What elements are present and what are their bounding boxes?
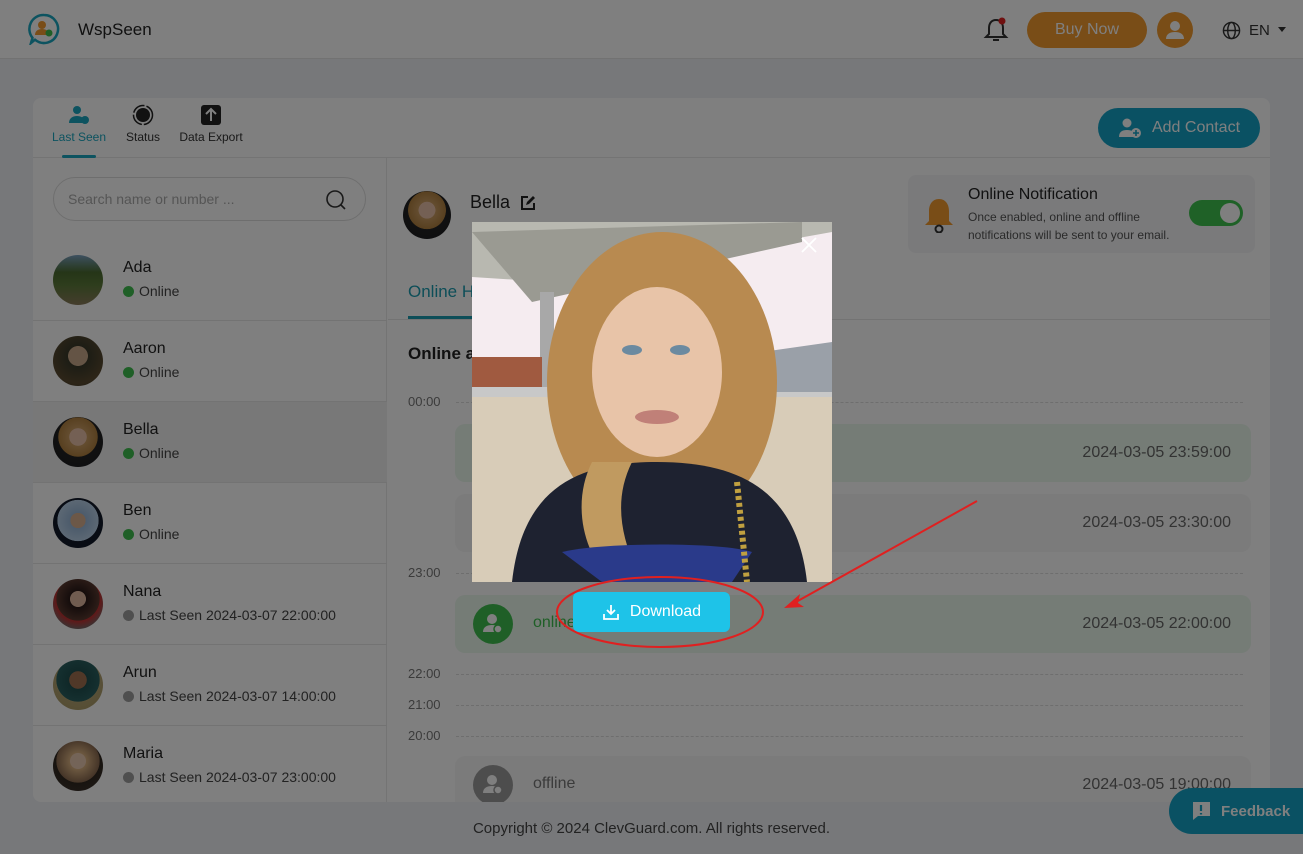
download-button[interactable]: Download: [573, 592, 730, 632]
profile-photo-preview: [472, 222, 832, 582]
download-label: Download: [629, 603, 702, 620]
download-icon: [603, 605, 619, 620]
close-icon[interactable]: [797, 233, 821, 257]
photo-image: [472, 222, 832, 582]
